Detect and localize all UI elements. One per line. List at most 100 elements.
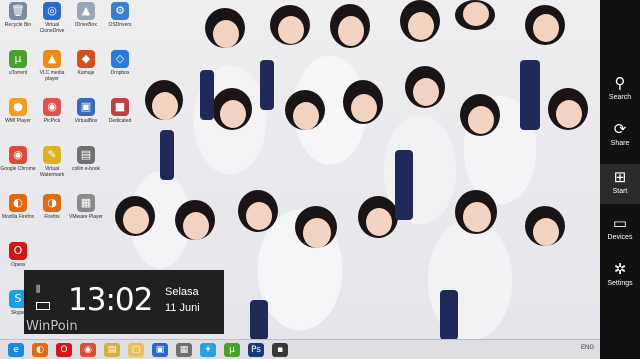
desktop-icon[interactable]: O Opera [0, 242, 36, 268]
wallpaper-figure [303, 218, 331, 248]
desktop-icon-label: Opera [11, 262, 25, 268]
wallpaper-figure [123, 206, 149, 234]
desktop-icon-label: PicPick [43, 118, 61, 124]
desktop-icon-label: Virtual Watermark [39, 166, 65, 178]
wallpaper-figure [533, 14, 559, 42]
desktop-icon[interactable]: ▣ VirtualBox [68, 98, 104, 124]
wallpaper-figure [183, 212, 209, 240]
charm-start[interactable]: ⊞ Start [600, 164, 640, 204]
taskbar-app-grey-icon[interactable]: ▦ [176, 343, 192, 357]
app-icon: ▲ [77, 2, 95, 20]
wallpaper-uniform [250, 300, 268, 340]
wallpaper-figure [556, 100, 582, 128]
wallpaper-uniform [395, 150, 413, 220]
desktop-icon[interactable]: ▤ collin e-book [68, 146, 104, 172]
gear-icon: ✲ [613, 260, 627, 278]
wallpaper-figure [468, 106, 494, 134]
desktop-icon-label: IDriveBox [75, 22, 97, 28]
charm-label: Start [612, 188, 628, 195]
taskbar-app-dark-icon[interactable]: ▪ [272, 343, 288, 357]
desktop-icon-label: Google Chrome [0, 166, 36, 172]
app-icon: ▲ [43, 50, 61, 68]
desktop-icon-label: uTorrent [8, 70, 28, 76]
app-icon: ◉ [9, 146, 27, 164]
wallpaper-uniform [160, 130, 174, 180]
taskbar-photoshop-icon[interactable]: Ps [248, 343, 264, 357]
app-icon: ✎ [43, 146, 61, 164]
app-icon: µ [9, 50, 27, 68]
windows-logo-icon: ⊞ [613, 168, 627, 186]
app-icon: O [9, 242, 27, 260]
tray-language[interactable]: ENG [581, 345, 594, 351]
app-icon: ◎ [43, 2, 61, 20]
desktop-icon[interactable]: ✎ Virtual Watermark [34, 146, 70, 178]
watermark: WinPoin [26, 319, 78, 334]
desktop-icon[interactable]: ◇ Dropbox [102, 50, 138, 76]
desktop-icon-label: Mozilla Firefox [1, 214, 35, 220]
app-icon: 🗑 [9, 2, 27, 20]
wallpaper-figure [213, 20, 239, 48]
desktop-icon[interactable]: ◎ Virtual CloneDrive [34, 2, 70, 34]
taskbar-chrome-icon[interactable]: ◉ [80, 343, 96, 357]
clock-day: Selasa [165, 286, 199, 298]
wallpaper-figure [246, 202, 272, 230]
taskbar-internet-explorer-icon[interactable]: e [8, 343, 24, 357]
desktop-icon[interactable]: ▲ VLC media player [34, 50, 70, 82]
charm-share[interactable]: ⟳ Share [600, 118, 640, 147]
wallpaper-uniform [260, 60, 274, 110]
wallpaper-uniform [440, 290, 458, 340]
wallpaper-figure [338, 16, 364, 46]
wallpaper-figure [408, 12, 434, 40]
clock-date: 11 Juni [165, 302, 200, 314]
taskbar-opera-icon[interactable]: O [56, 343, 72, 357]
wallpaper-figure [220, 100, 246, 128]
charm-search[interactable]: ⚲ Search [600, 72, 640, 101]
app-icon: ◐ [9, 194, 27, 212]
wallpaper-figure [533, 218, 559, 246]
app-icon: ▤ [77, 146, 95, 164]
taskbar-firefox-icon[interactable]: ◐ [32, 343, 48, 357]
taskbar-app-blue-icon[interactable]: ▣ [152, 343, 168, 357]
desktop-icon-label: Kamaje [77, 70, 95, 76]
app-icon: ◑ [43, 194, 61, 212]
wallpaper-figure [463, 2, 489, 26]
search-icon: ⚲ [614, 74, 626, 92]
share-icon: ⟳ [613, 120, 627, 138]
desktop-icon[interactable]: ⚙ OSDrivers [102, 2, 138, 28]
taskbar-utorrent-icon[interactable]: µ [224, 343, 240, 357]
wallpaper-figure [152, 92, 178, 120]
desktop-icon[interactable]: ◉ Google Chrome [0, 146, 36, 172]
desktop-icon[interactable]: ◆ Kamaje [68, 50, 104, 76]
desktop-icon-label: VLC media player [39, 70, 65, 82]
desktop-icon[interactable]: ◐ Mozilla Firefox [0, 194, 36, 220]
taskbar-twitter-icon[interactable]: ✦ [200, 343, 216, 357]
desktop-icon-label: Dedicated [108, 118, 132, 124]
charms-bar: ⚲ Search ⟳ Share ⊞ Start ▭ Devices ✲ Set… [600, 0, 640, 359]
charm-devices[interactable]: ▭ Devices [600, 212, 640, 241]
desktop-icon[interactable]: ▦ VMware Player [68, 194, 104, 220]
desktop-icon-label: VirtualBox [74, 118, 98, 124]
charm-label: Share [610, 140, 630, 147]
desktop-icon[interactable]: ◉ PicPick [34, 98, 70, 124]
battery-icon [36, 302, 50, 310]
app-icon: ◉ [43, 98, 61, 116]
desktop-icon[interactable]: ◑ Firefox [34, 194, 70, 220]
desktop-icon[interactable]: µ uTorrent [0, 50, 36, 76]
desktop-icon[interactable]: 🗑 Recycle Bin [0, 2, 36, 28]
wallpaper-figure [293, 102, 319, 130]
taskbar-file-explorer-icon[interactable]: ▤ [104, 343, 120, 357]
desktop-icon-label: collin e-book [71, 166, 101, 172]
desktop-icon-label: VMware Player [69, 214, 103, 220]
app-icon: ◇ [111, 50, 129, 68]
taskbar-folder-icon[interactable]: ▢ [128, 343, 144, 357]
app-icon: ▣ [77, 98, 95, 116]
wallpaper-uniform [200, 70, 214, 120]
desktop-icon[interactable]: ● WMI Player [0, 98, 36, 124]
desktop-icon-label: OSDrivers [108, 22, 132, 28]
charm-settings[interactable]: ✲ Settings [600, 258, 640, 287]
desktop-icon[interactable]: ■ Dedicated [102, 98, 138, 124]
charm-label: Search [608, 94, 632, 101]
wallpaper-figure [351, 94, 377, 122]
devices-icon: ▭ [612, 214, 628, 232]
desktop-icon[interactable]: ▲ IDriveBox [68, 2, 104, 28]
